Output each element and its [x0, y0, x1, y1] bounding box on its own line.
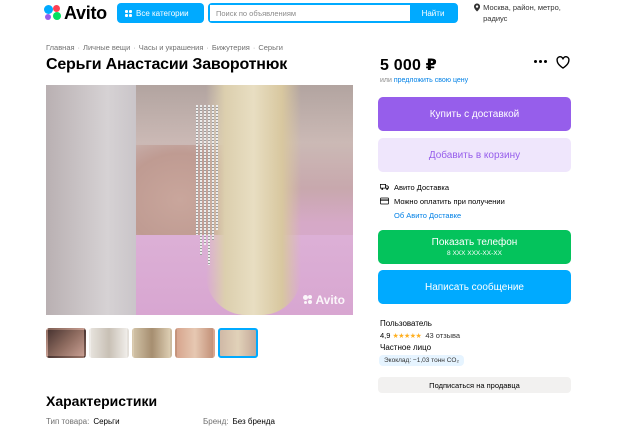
characteristic-value[interactable]: Без бренда: [232, 417, 274, 426]
show-phone-button[interactable]: Показать телефон 8 XXX XXX-XX-XX: [378, 230, 571, 264]
phone-mask: 8 XXX XXX-XX-XX: [447, 250, 502, 257]
breadcrumb-home[interactable]: Главная: [46, 43, 75, 52]
seller-name[interactable]: Пользователь: [380, 319, 460, 328]
characteristic-row: Бренд: Без бренда: [203, 417, 275, 426]
card-icon: [380, 197, 389, 205]
search-button[interactable]: Найти: [410, 5, 456, 21]
delivery-label: Авито Доставка: [394, 182, 449, 192]
eco-badge[interactable]: Экоклад: −1,03 тонн CO₂: [379, 355, 464, 366]
search-input[interactable]: [210, 5, 410, 21]
breadcrumb: Главная · Личные вещи · Часы и украшения…: [46, 43, 283, 52]
characteristics-title: Характеристики: [46, 393, 158, 409]
breadcrumb-separator: ·: [133, 43, 136, 52]
delivery-row: Авито Доставка: [380, 180, 505, 194]
avito-watermark-icon: [303, 295, 313, 305]
buy-with-delivery-button[interactable]: Купить с доставкой: [378, 97, 571, 131]
avito-logo-icon: [44, 5, 62, 21]
price-note-prefix: или: [380, 77, 392, 84]
characteristic-key: Тип товара:: [46, 417, 90, 426]
delivery-info: Авито Доставка Можно оплатить при получе…: [380, 180, 505, 222]
favorite-heart-icon[interactable]: [556, 56, 570, 69]
thumbnail[interactable]: [132, 328, 172, 358]
avito-logo[interactable]: Avito: [44, 2, 107, 23]
breadcrumb-separator: ·: [252, 43, 256, 52]
all-categories-button[interactable]: Все категории: [117, 3, 204, 23]
location-pin-icon: [474, 3, 481, 12]
breadcrumb-earrings[interactable]: Серьги: [258, 43, 283, 52]
rating-stars: ★★★★★: [392, 332, 422, 340]
seller-type: Частное лицо: [380, 343, 432, 352]
location-selector[interactable]: Москва, район, метро, радиус: [474, 2, 574, 24]
write-message-button[interactable]: Написать сообщение: [378, 270, 571, 304]
characteristic-row: Тип товара: Серьги: [46, 417, 120, 426]
rating-value: 4,9: [380, 331, 391, 340]
price-offer-note: или предложить свою цену: [380, 77, 468, 84]
breadcrumb-separator: ·: [77, 43, 81, 52]
reviews-link[interactable]: 43 отзыва: [425, 331, 460, 340]
breadcrumb-separator: ·: [206, 43, 209, 52]
payment-label: Можно оплатить при получении: [394, 196, 505, 206]
page-title: Серьги Анастасии Заворотнюк: [46, 56, 288, 73]
add-to-cart-button[interactable]: Добавить в корзину: [378, 138, 571, 172]
main-photo[interactable]: Avito: [46, 85, 353, 315]
seller-card: Пользователь 4,9 ★★★★★ 43 отзыва Частное…: [380, 319, 460, 352]
watermark-text: Avito: [315, 293, 345, 307]
breadcrumb-personal-items[interactable]: Личные вещи: [83, 43, 130, 52]
breadcrumb-bijouterie[interactable]: Бижутерия: [212, 43, 250, 52]
show-phone-label: Показать телефон: [431, 237, 518, 248]
seller-rating: 4,9 ★★★★★ 43 отзыва: [380, 331, 460, 340]
thumbnail[interactable]: [89, 328, 129, 358]
subscribe-seller-button[interactable]: Подписаться на продавца: [378, 377, 571, 393]
price: 5 000 ₽: [380, 57, 438, 74]
logo-text: Avito: [64, 2, 107, 23]
search-bar: Найти: [208, 3, 458, 23]
truck-icon: [380, 184, 389, 190]
thumbnail[interactable]: [46, 328, 86, 358]
delivery-row: Об Авито Доставке: [380, 208, 505, 222]
avito-watermark: Avito: [303, 293, 345, 307]
more-options-icon[interactable]: [534, 60, 547, 63]
all-categories-label: Все категории: [136, 8, 189, 18]
product-image: [136, 85, 353, 315]
breadcrumb-watches-jewelry[interactable]: Часы и украшения: [139, 43, 204, 52]
location-text: Москва, район, метро, радиус: [483, 3, 561, 23]
thumbnail[interactable]: [175, 328, 215, 358]
grid-icon: [125, 9, 132, 17]
about-delivery-link[interactable]: Об Авито Доставке: [394, 211, 461, 220]
thumbnail-strip: [46, 328, 258, 358]
thumbnail-active[interactable]: [218, 328, 258, 358]
characteristic-key: Бренд:: [203, 417, 229, 426]
offer-price-link[interactable]: предложить свою цену: [394, 77, 468, 84]
characteristic-value: Серьги: [93, 417, 120, 426]
delivery-row: Можно оплатить при получении: [380, 194, 505, 208]
